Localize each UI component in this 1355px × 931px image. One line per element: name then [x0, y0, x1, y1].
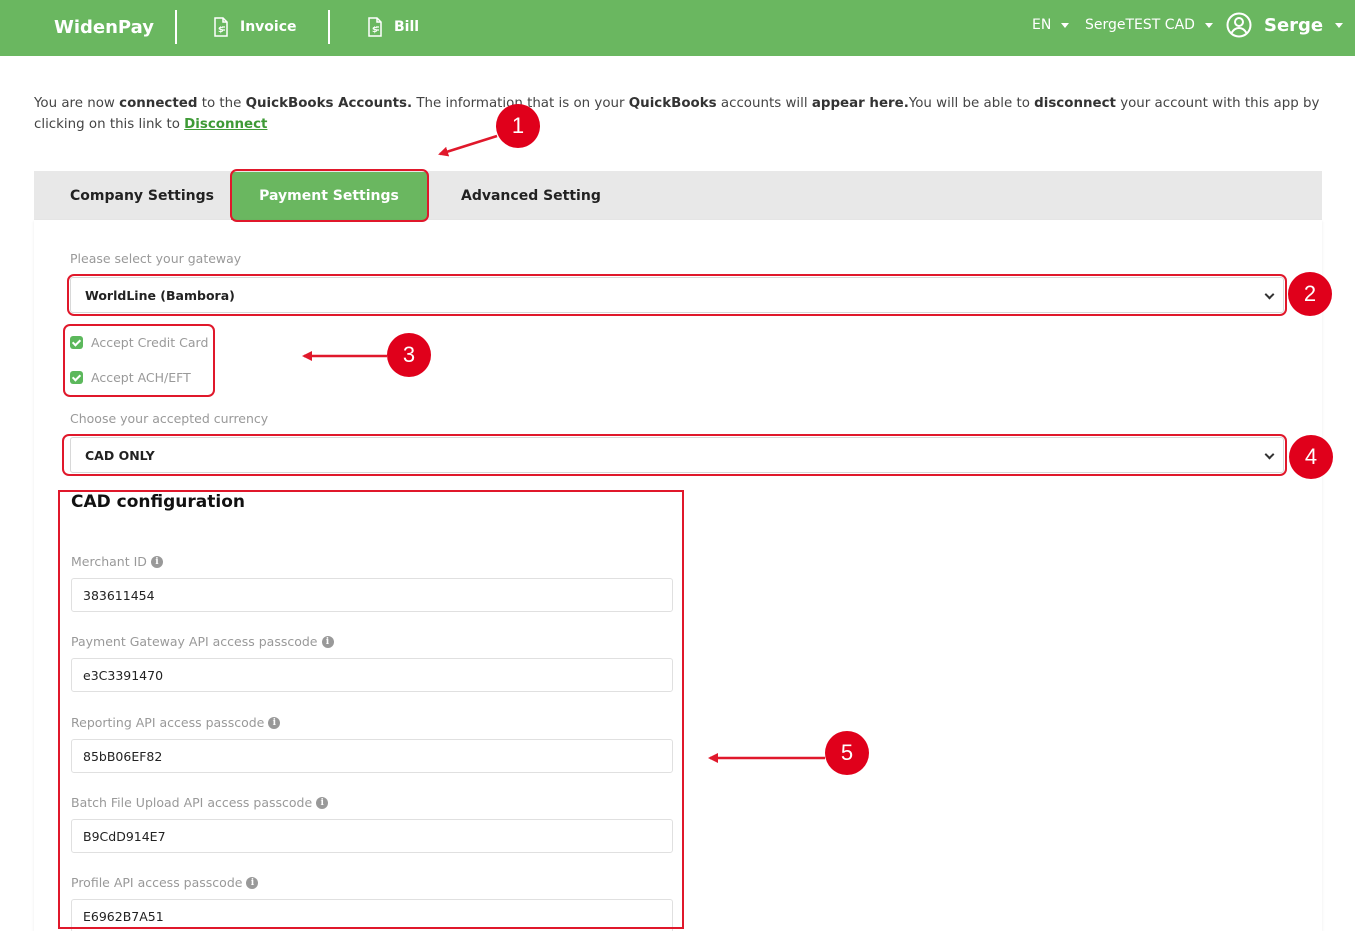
credit-card-label: Accept Credit Card — [91, 335, 209, 350]
accept-ach-option[interactable]: Accept ACH/EFT — [70, 370, 191, 385]
brand-name[interactable]: WidenPay — [54, 14, 154, 40]
currency-select[interactable]: CAD ONLY — [70, 437, 1284, 473]
profile-passcode-label: Profile API access passcode i — [71, 875, 259, 890]
nav-invoice-link[interactable]: $ Invoice — [212, 15, 297, 39]
tab-payment-settings[interactable]: Payment Settings — [231, 172, 427, 220]
credit-card-checkbox[interactable] — [70, 336, 83, 349]
nav-divider — [328, 10, 330, 44]
settings-tab-bar: Company Settings Payment Settings Advanc… — [34, 171, 1322, 220]
merchant-id-input[interactable]: 383611454 — [71, 578, 673, 612]
payment-gateway-passcode-input[interactable]: e3C3391470 — [71, 658, 673, 692]
ach-label: Accept ACH/EFT — [91, 370, 191, 385]
annotation-badge-3: 3 — [387, 333, 431, 377]
payment-gateway-passcode-label: Payment Gateway API access passcode i — [71, 634, 334, 649]
language-selector[interactable]: EN — [1032, 17, 1070, 33]
user-menu[interactable]: Serge — [1226, 12, 1344, 38]
info-icon[interactable]: i — [316, 796, 329, 809]
gateway-label: Please select your gateway — [70, 251, 242, 266]
invoice-document-icon: $ — [214, 17, 228, 37]
caret-down-icon — [1061, 22, 1070, 28]
connection-info-text: You are now connected to the QuickBooks … — [34, 96, 1320, 132]
widenpay-logo-icon[interactable] — [12, 12, 42, 42]
company-selector[interactable]: SergeTEST CAD — [1085, 17, 1213, 33]
batch-upload-passcode-label: Batch File Upload API access passcode i — [71, 795, 329, 810]
info-icon[interactable]: i — [150, 555, 163, 568]
ach-checkbox[interactable] — [70, 371, 83, 384]
merchant-id-label: Merchant ID i — [71, 554, 163, 569]
annotation-badge-1: 1 — [496, 104, 540, 148]
info-icon[interactable]: i — [268, 716, 281, 729]
nav-bill-link[interactable]: $ Bill — [366, 15, 419, 39]
company-label: SergeTEST CAD — [1085, 17, 1195, 33]
currency-label: Choose your accepted currency — [70, 411, 269, 426]
nav-divider — [175, 10, 177, 44]
caret-down-icon — [1335, 22, 1344, 28]
gateway-selected-value: WorldLine (Bambora) — [85, 287, 235, 303]
disconnect-link[interactable]: Disconnect — [184, 117, 267, 132]
reporting-passcode-label: Reporting API access passcode i — [71, 715, 281, 730]
nav-bill-label: Bill — [394, 19, 420, 35]
currency-selected-value: CAD ONLY — [85, 447, 155, 463]
annotation-badge-5: 5 — [825, 731, 869, 775]
cad-configuration-heading: CAD configuration — [71, 492, 245, 512]
top-navigation-bar: WidenPay $ Invoice $ Bill EN SergeTEST C… — [0, 0, 1355, 56]
reporting-passcode-input[interactable]: 85bB06EF82 — [71, 739, 673, 773]
nav-invoice-label: Invoice — [240, 19, 297, 35]
language-label: EN — [1032, 17, 1052, 33]
chevron-down-icon — [1264, 449, 1275, 460]
annotation-badge-4: 4 — [1289, 435, 1333, 479]
user-name: Serge — [1264, 14, 1324, 36]
accept-credit-card-option[interactable]: Accept Credit Card — [70, 335, 208, 350]
gateway-select[interactable]: WorldLine (Bambora) — [70, 277, 1284, 313]
info-icon[interactable]: i — [246, 876, 259, 889]
chevron-down-icon — [1264, 289, 1275, 300]
info-icon[interactable]: i — [321, 635, 334, 648]
tab-advanced-setting[interactable]: Advanced Setting — [461, 171, 601, 220]
batch-upload-passcode-input[interactable]: B9CdD914E7 — [71, 819, 673, 853]
caret-down-icon — [1204, 22, 1213, 28]
annotation-badge-2: 2 — [1288, 272, 1332, 316]
user-avatar-icon — [1226, 12, 1252, 38]
bill-document-icon: $ — [368, 17, 382, 37]
tab-company-settings[interactable]: Company Settings — [70, 171, 214, 220]
profile-passcode-input[interactable]: E6962B7A51 — [71, 899, 673, 931]
